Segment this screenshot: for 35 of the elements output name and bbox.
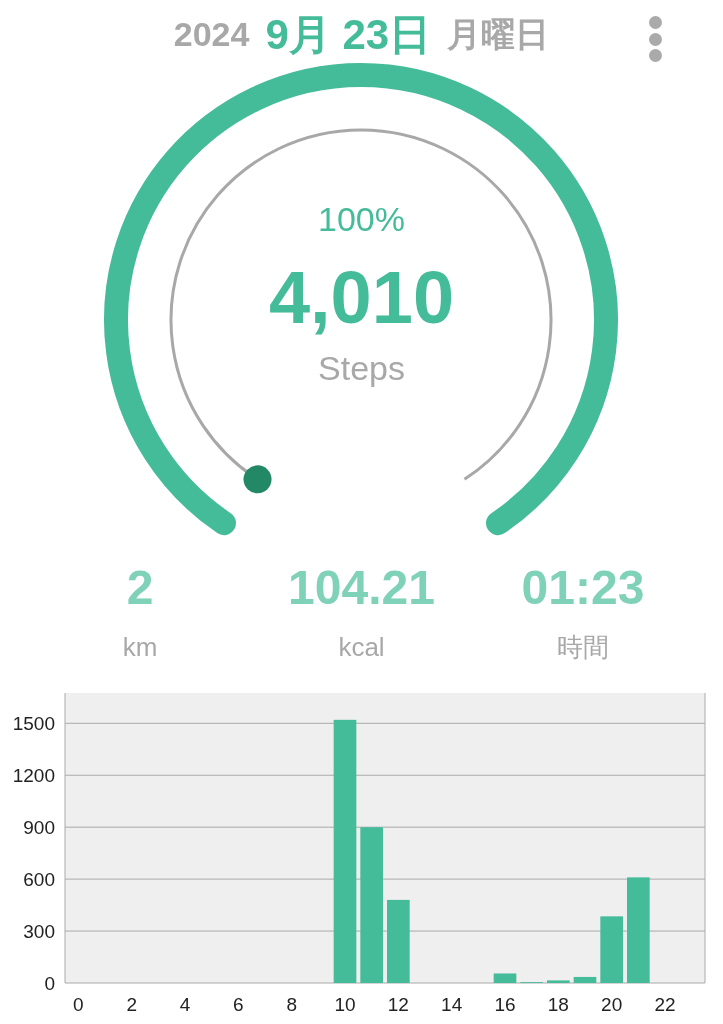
steps-unit-label: Steps bbox=[318, 348, 405, 389]
stat-value: 2 bbox=[126, 564, 154, 612]
x-axis-label: 20 bbox=[601, 994, 623, 1015]
gauge-start-dot bbox=[243, 465, 272, 494]
x-axis-label: 4 bbox=[179, 994, 191, 1015]
stat-value: 104.21 bbox=[288, 564, 435, 612]
x-axis-label: 2 bbox=[126, 994, 137, 1015]
x-axis-label: 18 bbox=[547, 994, 569, 1015]
x-axis-label: 16 bbox=[494, 994, 516, 1015]
stat-unit: kcal bbox=[338, 631, 385, 664]
y-axis-label: 0 bbox=[44, 973, 55, 994]
x-axis-label: 22 bbox=[654, 994, 676, 1015]
x-axis-label: 0 bbox=[73, 994, 84, 1015]
date-label: 9月 23日 bbox=[265, 14, 432, 60]
y-axis-label: 300 bbox=[23, 921, 55, 943]
y-axis-label: 1200 bbox=[12, 765, 55, 787]
x-axis-label: 12 bbox=[387, 994, 409, 1015]
stat-unit: km bbox=[122, 631, 158, 664]
percent-label: 100% bbox=[318, 199, 405, 240]
x-axis-label: 6 bbox=[233, 994, 244, 1015]
y-axis-label: 600 bbox=[23, 869, 55, 891]
year-label: 2024 bbox=[173, 14, 250, 55]
y-axis-label: 1500 bbox=[12, 713, 55, 735]
steps-count: 4,010 bbox=[268, 261, 455, 335]
stat-value: 01:23 bbox=[521, 564, 645, 612]
stat-unit: 時間 bbox=[557, 631, 609, 664]
weekday-label: 月曜日 bbox=[447, 14, 550, 55]
x-axis-label: 8 bbox=[286, 994, 297, 1015]
bar bbox=[493, 973, 517, 983]
x-axis-label: 10 bbox=[334, 994, 356, 1015]
bar bbox=[547, 980, 570, 983]
bar bbox=[573, 976, 597, 983]
y-axis-label: 900 bbox=[23, 817, 55, 839]
bar bbox=[600, 916, 623, 983]
x-axis-label: 14 bbox=[441, 994, 463, 1015]
